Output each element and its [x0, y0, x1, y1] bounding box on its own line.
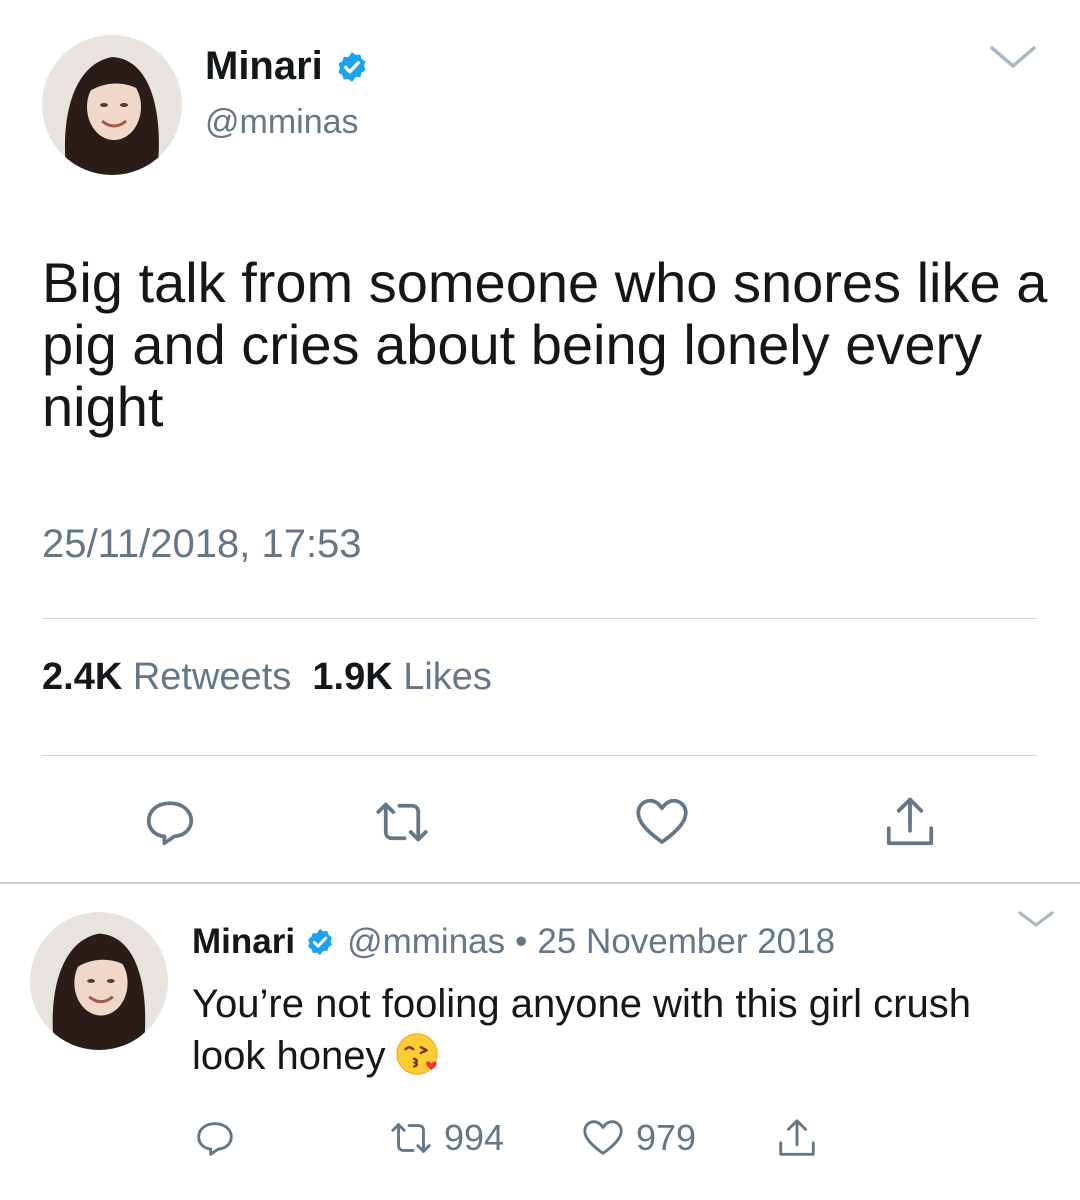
reply-tweet-body: You’re not fooling anyone with this girl…: [192, 978, 992, 1082]
reply-share-button[interactable]: [774, 1115, 830, 1161]
retweets-count: 2.4K: [42, 656, 123, 698]
likes-count: 1.9K: [312, 656, 393, 698]
chevron-down-icon[interactable]: [988, 42, 1038, 72]
reply-retweet-button[interactable]: 994: [388, 1115, 504, 1161]
like-button[interactable]: [632, 792, 692, 852]
divider: [42, 755, 1037, 756]
main-tweet-text: Big talk from someone who snores like a …: [42, 251, 1048, 438]
reply-date[interactable]: 25 November 2018: [537, 922, 835, 962]
main-handle[interactable]: @mminas: [205, 103, 359, 142]
chevron-down-icon[interactable]: [1016, 908, 1056, 930]
reply-icon: [197, 1122, 233, 1156]
heart-icon: [636, 798, 688, 844]
reply-handle[interactable]: @mminas: [347, 922, 505, 962]
reply-tweet-text: You’re not fooling anyone with this girl…: [192, 982, 971, 1078]
reply-meta-separator: •: [515, 922, 528, 961]
reply-like-count: 979: [636, 1117, 697, 1158]
main-avatar[interactable]: [42, 35, 182, 175]
retweet-icon: [391, 1123, 431, 1153]
main-display-name-text[interactable]: Minari: [205, 44, 323, 89]
verified-badge-icon: [338, 51, 366, 82]
reply-display-name[interactable]: Minari: [192, 922, 295, 962]
share-icon: [779, 1119, 815, 1156]
main-display-name[interactable]: Minari: [205, 44, 369, 89]
retweets-label: Retweets: [132, 656, 292, 698]
reply-retweet-count: 994: [444, 1117, 505, 1158]
likes-label: Likes: [403, 656, 492, 698]
reply-icon: [146, 801, 194, 846]
divider: [42, 618, 1037, 619]
kissing-face-emoji-icon: [396, 1033, 439, 1075]
reply-reply-button[interactable]: [192, 1115, 248, 1161]
reply-button[interactable]: [140, 792, 200, 852]
reply-avatar[interactable]: [30, 912, 168, 1050]
heart-icon: [583, 1120, 623, 1155]
tweet-stats: 2.4K Retweets 1.9K Likes: [42, 656, 492, 699]
retweet-icon: [376, 802, 428, 842]
main-tweet-timestamp[interactable]: 25/11/2018, 17:53: [42, 522, 362, 567]
share-button[interactable]: [880, 792, 940, 852]
reply-header: Minari @mminas • 25 November 2018: [192, 922, 835, 962]
tweet-separator: [0, 882, 1080, 884]
share-icon: [886, 797, 934, 846]
likes-stat[interactable]: 1.9K Likes: [312, 656, 492, 698]
retweets-stat[interactable]: 2.4K Retweets: [42, 656, 291, 698]
retweet-button[interactable]: [372, 792, 432, 852]
verified-badge-icon: [308, 928, 332, 956]
reply-like-button[interactable]: 979: [580, 1115, 696, 1161]
